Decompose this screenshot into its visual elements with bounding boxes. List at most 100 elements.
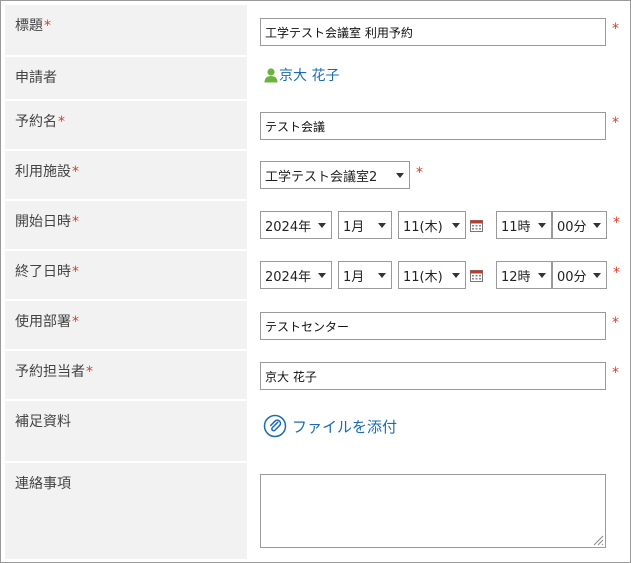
chevron-down-icon bbox=[593, 223, 601, 228]
chevron-down-icon bbox=[396, 173, 404, 178]
value-cell: * bbox=[247, 301, 629, 349]
calendar-icon[interactable] bbox=[470, 219, 483, 232]
chevron-down-icon bbox=[593, 273, 601, 278]
start-month-select[interactable]: 1月 bbox=[338, 211, 392, 239]
value-cell bbox=[247, 463, 629, 559]
label-cell: 利用施設* bbox=[5, 151, 247, 199]
row-start-datetime: 開始日時* 2024年 1月 11(木) 11時 00分 * bbox=[5, 201, 629, 249]
required-marker: * bbox=[613, 265, 620, 281]
start-year-value: 2024年 bbox=[265, 219, 312, 235]
end-hour-select[interactable]: 12時 bbox=[496, 261, 552, 289]
row-end-datetime: 終了日時* 2024年 1月 11(木) 12時 00分 * bbox=[5, 251, 629, 299]
chevron-down-icon bbox=[378, 223, 386, 228]
facility-label: 利用施設* bbox=[15, 164, 79, 180]
value-cell: * bbox=[247, 351, 629, 399]
chevron-down-icon bbox=[452, 273, 460, 278]
row-facility: 利用施設* 工学テスト会議室2 * bbox=[5, 151, 629, 199]
department-input[interactable] bbox=[260, 312, 606, 340]
required-marker: * bbox=[72, 214, 79, 230]
required-marker: * bbox=[72, 164, 79, 180]
required-marker: * bbox=[612, 365, 619, 381]
required-marker: * bbox=[86, 364, 93, 380]
attach-file-link[interactable]: ファイルを添付 bbox=[263, 414, 397, 438]
start-day-value: 11(木) bbox=[403, 219, 443, 235]
required-marker: * bbox=[416, 165, 423, 181]
value-cell: 2024年 1月 11(木) 11時 00分 * bbox=[247, 201, 629, 249]
row-applicant: 申請者 京大 花子 bbox=[5, 57, 629, 99]
row-person-in-charge: 予約担当者* * bbox=[5, 351, 629, 399]
label-cell: 開始日時* bbox=[5, 201, 247, 249]
value-cell: 京大 花子 bbox=[247, 57, 629, 99]
title-label: 標題* bbox=[15, 18, 51, 34]
label-cell: 標題* bbox=[5, 5, 247, 55]
chevron-down-icon bbox=[378, 273, 386, 278]
start-minute-value: 00分 bbox=[557, 219, 587, 235]
start-month-value: 1月 bbox=[343, 219, 365, 235]
chevron-down-icon bbox=[318, 223, 326, 228]
person-in-charge-label: 予約担当者* bbox=[15, 364, 93, 380]
user-icon bbox=[264, 68, 278, 83]
end-month-select[interactable]: 1月 bbox=[338, 261, 392, 289]
chevron-down-icon bbox=[452, 223, 460, 228]
end-day-select[interactable]: 11(木) bbox=[398, 261, 466, 289]
department-label: 使用部署* bbox=[15, 314, 79, 330]
row-title: 標題* * bbox=[5, 5, 629, 55]
reservation-name-input[interactable] bbox=[260, 112, 606, 140]
required-marker: * bbox=[613, 215, 620, 231]
facility-selected: 工学テスト会議室2 bbox=[265, 169, 378, 185]
chevron-down-icon bbox=[318, 273, 326, 278]
end-year-select[interactable]: 2024年 bbox=[260, 261, 332, 289]
facility-select[interactable]: 工学テスト会議室2 bbox=[260, 161, 410, 189]
resize-handle-icon[interactable] bbox=[593, 535, 604, 546]
start-hour-value: 11時 bbox=[501, 219, 531, 235]
row-department: 使用部署* * bbox=[5, 301, 629, 349]
start-hour-select[interactable]: 11時 bbox=[496, 211, 552, 239]
start-year-select[interactable]: 2024年 bbox=[260, 211, 332, 239]
calendar-icon[interactable] bbox=[470, 269, 483, 282]
title-input[interactable] bbox=[260, 18, 606, 46]
end-hour-value: 12時 bbox=[501, 269, 531, 285]
reservation-name-label: 予約名* bbox=[15, 114, 65, 130]
row-reservation-name: 予約名* * bbox=[5, 101, 629, 149]
notes-label: 連絡事項 bbox=[15, 476, 71, 492]
end-year-value: 2024年 bbox=[265, 269, 312, 285]
paperclip-icon bbox=[263, 414, 287, 438]
label-cell: 連絡事項 bbox=[5, 463, 247, 559]
reservation-form: 標題* * 申請者 京大 花子 予約名* * bbox=[0, 0, 631, 563]
start-day-select[interactable]: 11(木) bbox=[398, 211, 466, 239]
label-cell: 予約名* bbox=[5, 101, 247, 149]
end-minute-value: 00分 bbox=[557, 269, 587, 285]
required-marker: * bbox=[58, 114, 65, 130]
start-datetime-label: 開始日時* bbox=[15, 214, 79, 230]
required-marker: * bbox=[72, 264, 79, 280]
required-marker: * bbox=[612, 115, 619, 131]
label-cell: 申請者 bbox=[5, 57, 247, 99]
label-cell: 終了日時* bbox=[5, 251, 247, 299]
value-cell: 2024年 1月 11(木) 12時 00分 * bbox=[247, 251, 629, 299]
end-day-value: 11(木) bbox=[403, 269, 443, 285]
label-cell: 使用部署* bbox=[5, 301, 247, 349]
end-minute-select[interactable]: 00分 bbox=[552, 261, 607, 289]
required-marker: * bbox=[72, 314, 79, 330]
required-marker: * bbox=[612, 315, 619, 331]
applicant-user-link[interactable]: 京大 花子 bbox=[263, 65, 339, 85]
row-attachments: 補足資料 ファイルを添付 bbox=[5, 401, 629, 461]
notes-textarea[interactable] bbox=[260, 474, 606, 548]
value-cell: 工学テスト会議室2 * bbox=[247, 151, 629, 199]
start-minute-select[interactable]: 00分 bbox=[552, 211, 607, 239]
attach-file-text: ファイルを添付 bbox=[292, 417, 398, 436]
required-marker: * bbox=[612, 21, 619, 37]
applicant-name: 京大 花子 bbox=[279, 68, 340, 84]
person-in-charge-input[interactable] bbox=[260, 362, 606, 390]
applicant-label: 申請者 bbox=[15, 70, 57, 86]
value-cell: * bbox=[247, 5, 629, 55]
row-notes: 連絡事項 bbox=[5, 463, 629, 559]
chevron-down-icon bbox=[538, 223, 546, 228]
label-cell: 予約担当者* bbox=[5, 351, 247, 399]
value-cell: * bbox=[247, 101, 629, 149]
chevron-down-icon bbox=[538, 273, 546, 278]
end-month-value: 1月 bbox=[343, 269, 365, 285]
value-cell: ファイルを添付 bbox=[247, 401, 629, 461]
attachments-label: 補足資料 bbox=[15, 414, 71, 430]
end-datetime-label: 終了日時* bbox=[15, 264, 79, 280]
